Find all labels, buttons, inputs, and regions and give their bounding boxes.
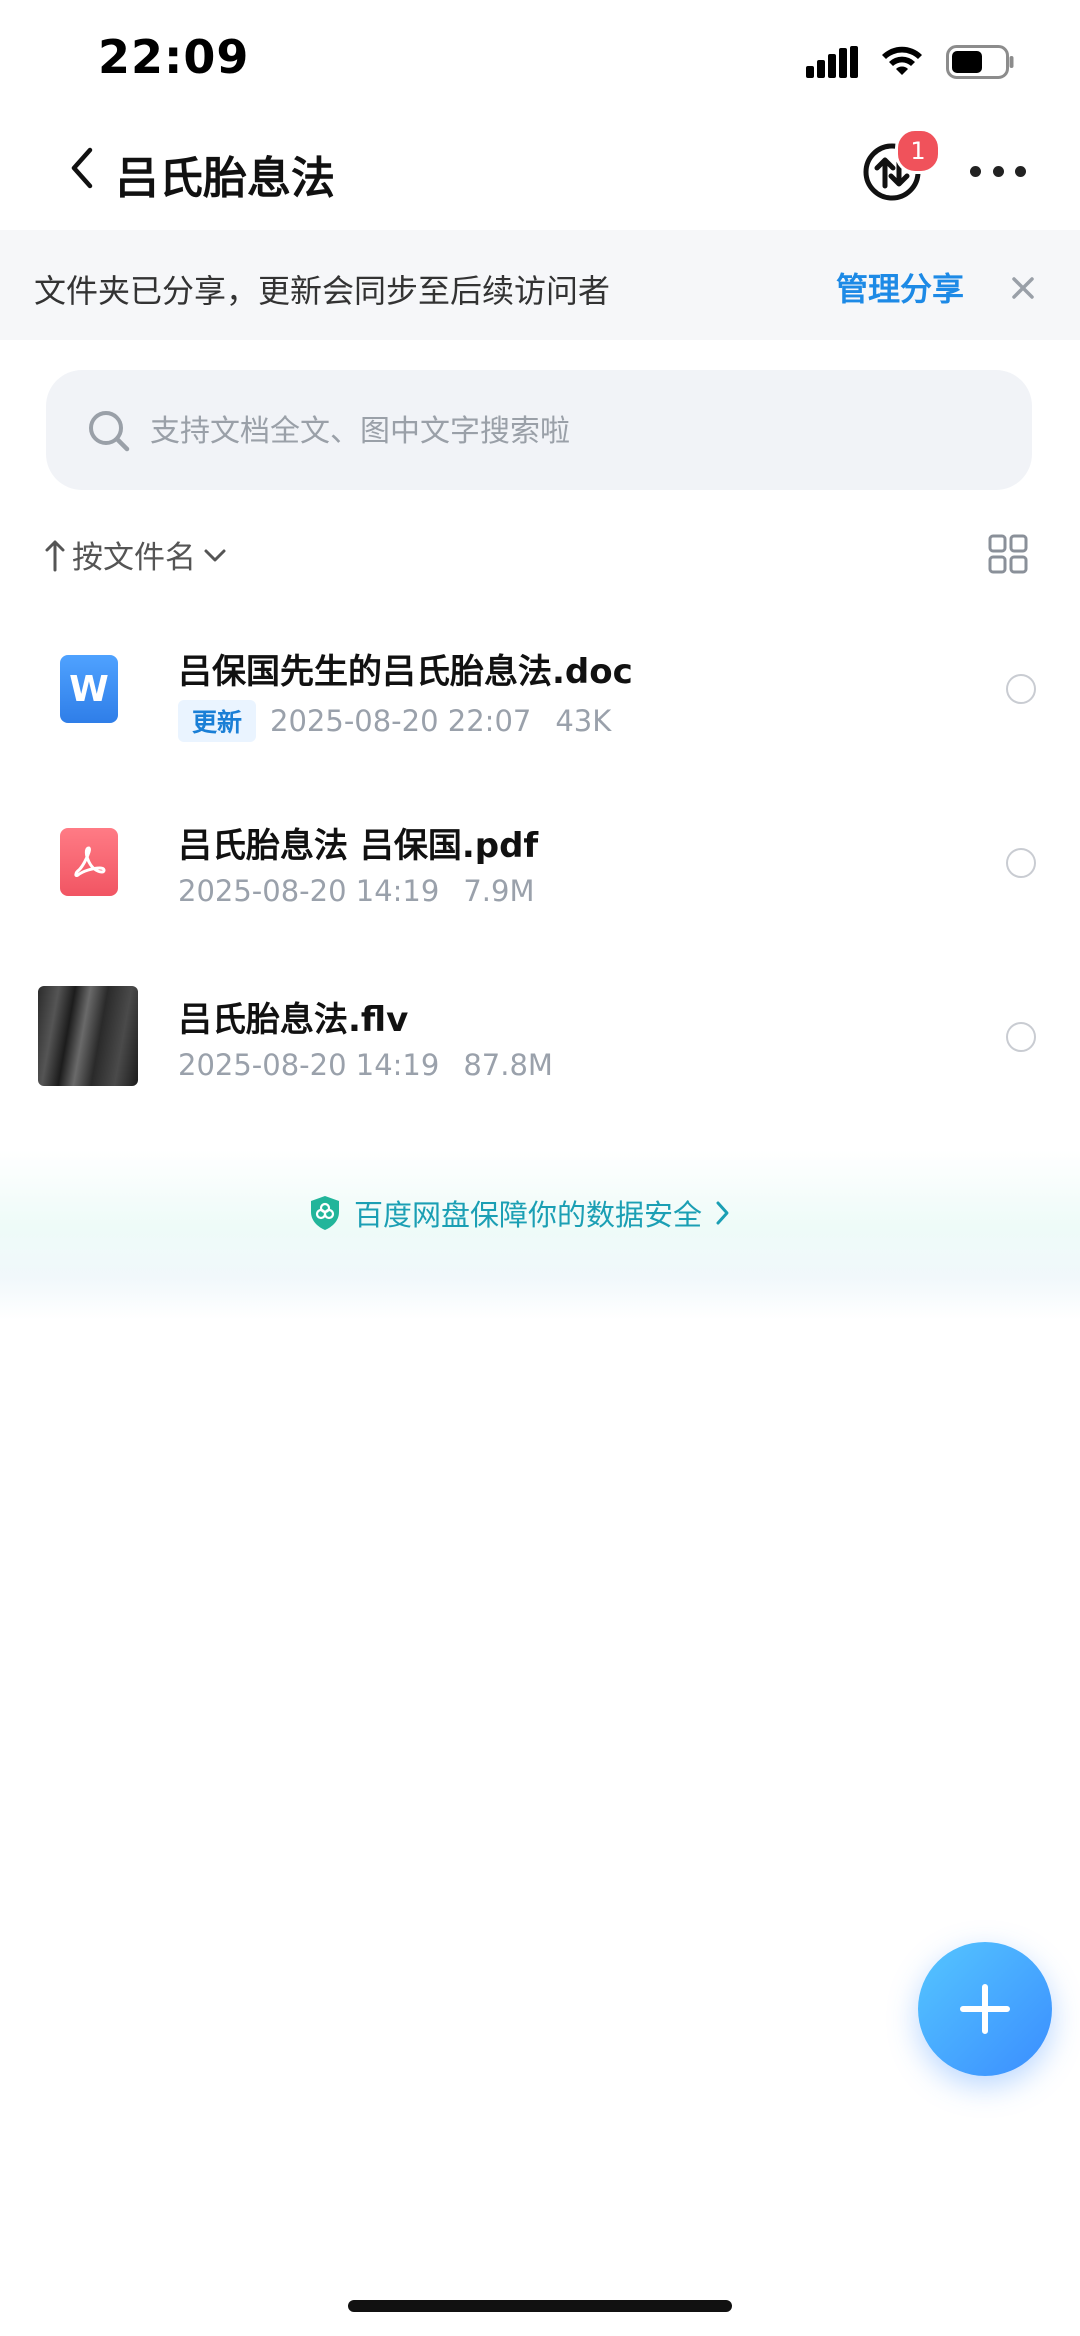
cellular-signal-icon xyxy=(806,46,858,78)
select-radio[interactable] xyxy=(1006,1022,1036,1052)
back-button[interactable] xyxy=(60,140,104,196)
close-icon xyxy=(1012,277,1034,299)
arrow-up-icon xyxy=(45,540,65,571)
sort-selector[interactable]: 按文件名 xyxy=(44,532,228,577)
file-size: 7.9M xyxy=(463,874,535,908)
word-doc-icon: W xyxy=(60,655,118,723)
file-meta: 2025-08-20 14:19 7.9M xyxy=(178,874,534,908)
file-row[interactable] xyxy=(0,778,1080,948)
shield-icon xyxy=(311,1196,339,1230)
chevron-left-icon xyxy=(71,147,93,189)
file-name: 吕氏胎息法 吕保国.pdf xyxy=(178,826,539,866)
security-text: 百度网盘保障你的数据安全 xyxy=(354,1198,703,1232)
share-banner-text: 文件夹已分享，更新会同步至后续访问者 xyxy=(34,272,611,310)
select-radio[interactable] xyxy=(1006,674,1036,704)
search-input[interactable] xyxy=(148,404,972,458)
chevron-right-icon xyxy=(716,1201,729,1225)
search-icon xyxy=(86,408,132,454)
file-size: 43K xyxy=(555,704,612,738)
home-indicator xyxy=(348,2300,732,2312)
file-date: 2025-08-20 14:19 xyxy=(178,874,440,908)
more-dot xyxy=(970,165,981,177)
manage-share-link[interactable]: 管理分享 xyxy=(836,264,964,310)
status-icons xyxy=(806,40,1014,84)
plus-icon xyxy=(960,1984,1010,2034)
file-row[interactable] xyxy=(0,952,1080,1122)
file-meta: 更新 2025-08-20 22:07 43K xyxy=(178,700,611,742)
wifi-icon xyxy=(882,46,922,75)
transfer-count-badge: 1 xyxy=(895,128,941,174)
more-menu-button[interactable] xyxy=(970,160,1026,182)
file-size: 87.8M xyxy=(463,1048,553,1082)
add-fab-button[interactable] xyxy=(918,1942,1052,2076)
status-time: 22:09 xyxy=(98,30,250,84)
pdf-icon xyxy=(60,828,118,896)
select-radio[interactable] xyxy=(1006,848,1036,878)
updated-tag: 更新 xyxy=(178,700,257,742)
grid-view-button[interactable] xyxy=(988,534,1028,574)
security-band xyxy=(0,1150,1080,1320)
file-date: 2025-08-20 14:19 xyxy=(178,1048,440,1082)
banner-close-button[interactable] xyxy=(1005,270,1041,306)
security-link[interactable]: 百度网盘保障你的数据安全 xyxy=(308,1192,732,1234)
more-dot xyxy=(1015,165,1026,177)
chevron-down-icon xyxy=(204,549,226,561)
file-meta: 2025-08-20 14:19 87.8M xyxy=(178,1048,553,1082)
more-dot xyxy=(992,165,1004,177)
battery-icon xyxy=(946,45,1014,79)
page-title: 吕氏胎息法 xyxy=(115,153,335,204)
video-thumbnail xyxy=(38,986,138,1086)
grid-icon xyxy=(988,534,1028,574)
file-date: 2025-08-20 22:07 xyxy=(270,704,532,738)
file-name: 吕氏胎息法.flv xyxy=(178,1000,409,1040)
file-name: 吕保国先生的吕氏胎息法.doc xyxy=(178,652,633,692)
sort-label: 按文件名 xyxy=(72,540,196,576)
